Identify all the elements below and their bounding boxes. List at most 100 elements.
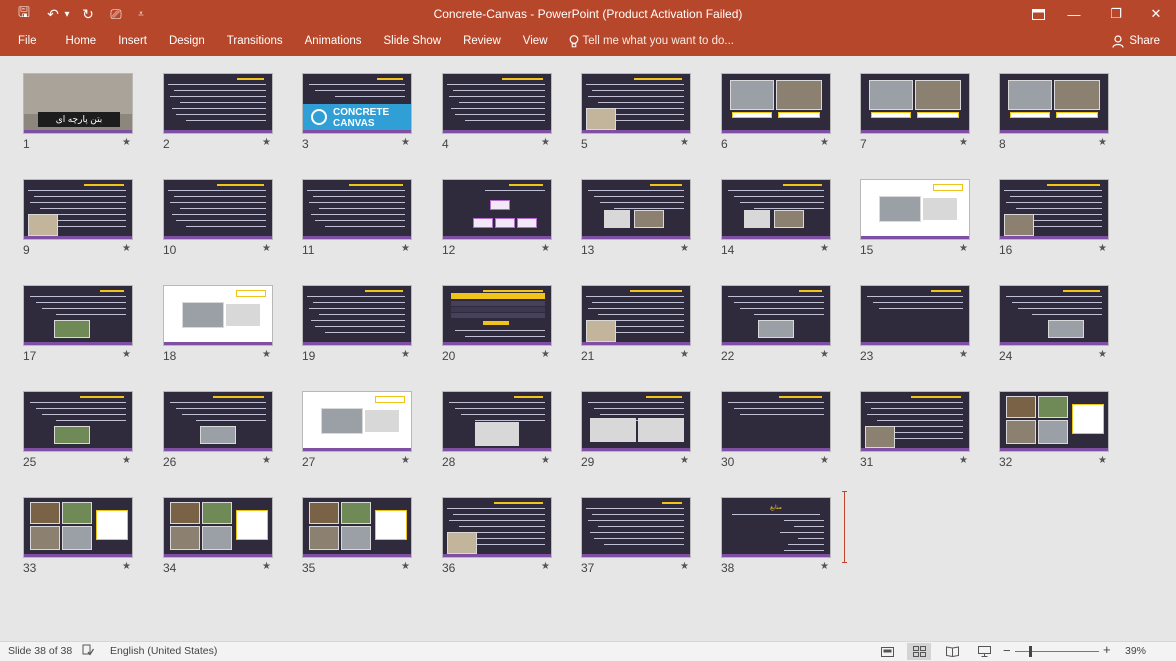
slide-preview[interactable]: بتن پارچه ای <box>23 73 133 134</box>
slide-thumbnail[interactable]: 22 ★ <box>721 285 831 371</box>
slide-preview[interactable] <box>163 179 273 240</box>
animation-star-icon[interactable]: ★ <box>1098 137 1107 148</box>
slide-preview[interactable] <box>442 285 552 346</box>
slide-thumbnail[interactable]: 20 ★ <box>442 285 552 371</box>
animation-star-icon[interactable]: ★ <box>122 243 131 254</box>
tab-slide-show[interactable]: Slide Show <box>373 30 453 52</box>
animation-star-icon[interactable]: ★ <box>820 243 829 254</box>
animation-star-icon[interactable]: ★ <box>680 561 689 572</box>
slide-thumbnail[interactable]: 13 ★ <box>581 179 691 265</box>
zoom-slider-thumb[interactable] <box>1029 646 1032 657</box>
slide-preview[interactable]: CONCRETE CANVAS <box>302 73 412 134</box>
animation-star-icon[interactable]: ★ <box>820 137 829 148</box>
slide-show-view-icon[interactable] <box>972 643 996 660</box>
restore-button[interactable]: ❐ <box>1096 0 1136 28</box>
animation-star-icon[interactable]: ★ <box>541 243 550 254</box>
slide-thumbnail[interactable]: 14 ★ <box>721 179 831 265</box>
slide-preview[interactable] <box>581 391 691 452</box>
animation-star-icon[interactable]: ★ <box>401 561 410 572</box>
slide-preview[interactable] <box>23 391 133 452</box>
slide-preview[interactable] <box>23 497 133 558</box>
slide-thumbnail[interactable]: 9 ★ <box>23 179 133 265</box>
animation-star-icon[interactable]: ★ <box>262 349 271 360</box>
slide-preview[interactable] <box>302 179 412 240</box>
present-from-beginning-icon[interactable]: ⎚ <box>104 3 128 25</box>
tab-home[interactable]: Home <box>55 30 108 52</box>
slide-sorter-view-icon[interactable] <box>907 643 931 660</box>
slide-preview[interactable] <box>442 391 552 452</box>
slide-thumbnail[interactable]: 37 ★ <box>581 497 691 583</box>
close-button[interactable]: ✕ <box>1136 0 1176 28</box>
slide-thumbnail[interactable]: 30 ★ <box>721 391 831 477</box>
slide-preview[interactable] <box>442 497 552 558</box>
slide-preview[interactable] <box>581 73 691 134</box>
tab-insert[interactable]: Insert <box>107 30 158 52</box>
slide-preview[interactable] <box>999 179 1109 240</box>
animation-star-icon[interactable]: ★ <box>1098 349 1107 360</box>
animation-star-icon[interactable]: ★ <box>959 243 968 254</box>
minimize-button[interactable]: — <box>1054 0 1094 28</box>
animation-star-icon[interactable]: ★ <box>959 455 968 466</box>
tab-animations[interactable]: Animations <box>294 30 373 52</box>
slide-preview[interactable] <box>442 179 552 240</box>
slide-thumbnail[interactable]: 34 ★ <box>163 497 273 583</box>
slide-thumbnail[interactable]: 16 ★ <box>999 179 1109 265</box>
slide-thumbnail[interactable]: 29 ★ <box>581 391 691 477</box>
animation-star-icon[interactable]: ★ <box>541 137 550 148</box>
tab-file[interactable]: File <box>0 30 55 52</box>
animation-star-icon[interactable]: ★ <box>541 561 550 572</box>
slide-preview[interactable]: منابع <box>721 497 831 558</box>
slide-thumbnail[interactable]: 7 ★ <box>860 73 970 159</box>
animation-star-icon[interactable]: ★ <box>401 137 410 148</box>
slide-preview[interactable] <box>163 391 273 452</box>
slide-thumbnail[interactable]: 25 ★ <box>23 391 133 477</box>
animation-star-icon[interactable]: ★ <box>401 455 410 466</box>
slide-thumbnail[interactable]: 8 ★ <box>999 73 1109 159</box>
animation-star-icon[interactable]: ★ <box>680 349 689 360</box>
share-button[interactable]: Share <box>1112 31 1160 51</box>
animation-star-icon[interactable]: ★ <box>401 243 410 254</box>
reading-view-icon[interactable] <box>940 643 964 660</box>
slide-sorter[interactable]: بتن پارچه ای 1 ★ 2 ★ CONCRETE CANVAS 3 ★ 4 ★ 5 ★ 6 ★ 7… <box>0 56 1176 641</box>
slide-preview[interactable] <box>999 285 1109 346</box>
slide-preview[interactable] <box>860 73 970 134</box>
slide-thumbnail[interactable]: 23 ★ <box>860 285 970 371</box>
animation-star-icon[interactable]: ★ <box>262 243 271 254</box>
slide-thumbnail[interactable]: 33 ★ <box>23 497 133 583</box>
animation-star-icon[interactable]: ★ <box>262 455 271 466</box>
normal-view-icon[interactable] <box>875 643 899 660</box>
animation-star-icon[interactable]: ★ <box>680 243 689 254</box>
slide-preview[interactable] <box>442 73 552 134</box>
slide-preview[interactable] <box>163 73 273 134</box>
save-icon[interactable]: 🖫 <box>12 3 36 25</box>
slide-thumbnail[interactable]: 19 ★ <box>302 285 412 371</box>
slide-preview[interactable] <box>999 73 1109 134</box>
animation-star-icon[interactable]: ★ <box>262 137 271 148</box>
slide-preview[interactable] <box>581 497 691 558</box>
slide-preview[interactable] <box>163 497 273 558</box>
slide-thumbnail[interactable]: 32 ★ <box>999 391 1109 477</box>
slide-thumbnail[interactable]: 15 ★ <box>860 179 970 265</box>
customize-toolbar-icon[interactable]: ⩡ <box>134 3 148 25</box>
slide-thumbnail[interactable]: منابع 38 ★ <box>721 497 831 583</box>
slide-preview[interactable] <box>23 285 133 346</box>
animation-star-icon[interactable]: ★ <box>541 455 550 466</box>
animation-star-icon[interactable]: ★ <box>820 455 829 466</box>
animation-star-icon[interactable]: ★ <box>122 349 131 360</box>
slide-preview[interactable] <box>302 391 412 452</box>
slide-preview[interactable] <box>860 285 970 346</box>
slide-preview[interactable] <box>721 73 831 134</box>
zoom-level[interactable]: 39% <box>1125 645 1146 657</box>
animation-star-icon[interactable]: ★ <box>401 349 410 360</box>
undo-icon[interactable]: ↶ <box>44 3 62 25</box>
zoom-in-button[interactable]: + <box>1103 642 1111 657</box>
animation-star-icon[interactable]: ★ <box>680 137 689 148</box>
slide-preview[interactable] <box>860 179 970 240</box>
slide-thumbnail[interactable]: CONCRETE CANVAS 3 ★ <box>302 73 412 159</box>
animation-star-icon[interactable]: ★ <box>959 137 968 148</box>
slide-thumbnail[interactable]: 12 ★ <box>442 179 552 265</box>
slide-thumbnail[interactable]: 10 ★ <box>163 179 273 265</box>
animation-star-icon[interactable]: ★ <box>820 349 829 360</box>
slide-thumbnail[interactable]: بتن پارچه ای 1 ★ <box>23 73 133 159</box>
redo-icon[interactable]: ↻ <box>78 3 98 25</box>
